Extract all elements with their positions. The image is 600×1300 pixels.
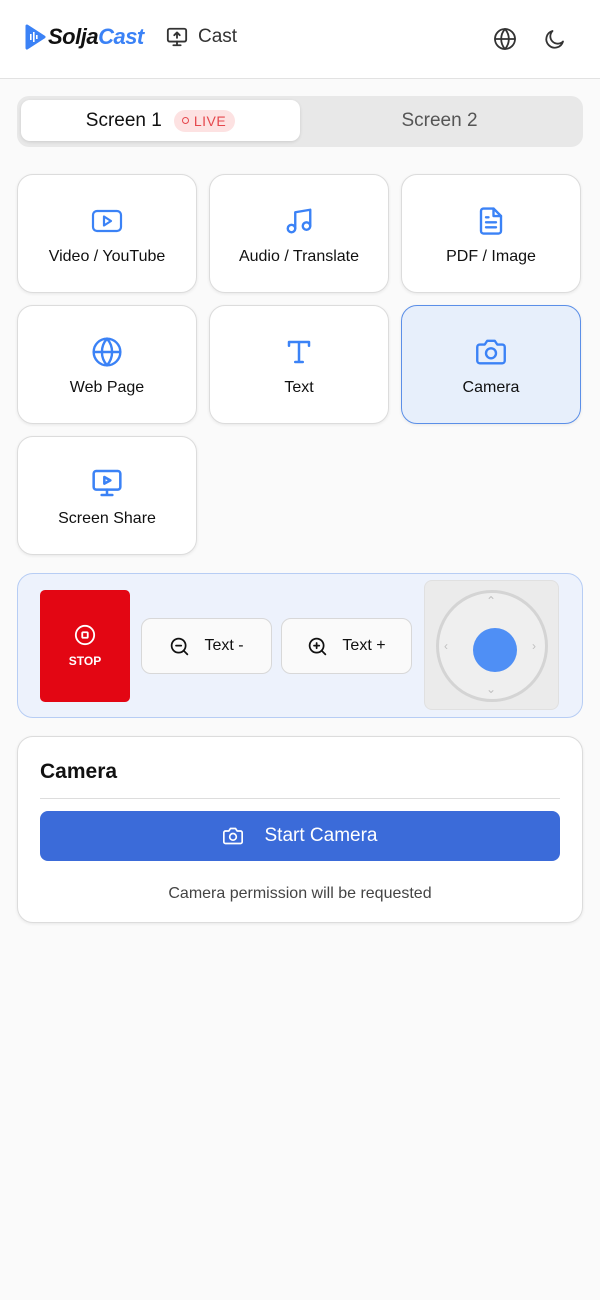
tab-screen-1[interactable]: Screen 1 LIVE (21, 100, 300, 141)
tab-label: Screen 2 (401, 109, 478, 131)
card-label: Audio / Translate (238, 248, 360, 265)
stop-label: STOP (68, 654, 102, 668)
card-label: Screen Share (58, 510, 156, 527)
card-label: Text (284, 379, 314, 396)
globe-icon (92, 337, 122, 367)
logo-text: SoljaCast (48, 24, 144, 49)
text-icon (287, 340, 311, 364)
language-globe-icon[interactable] (493, 27, 517, 51)
zoom-out-icon (171, 637, 189, 655)
source-camera[interactable]: Camera (401, 305, 581, 424)
cast-label: Cast (198, 26, 238, 47)
source-audio-translate[interactable]: Audio / Translate (209, 174, 389, 293)
text-larger-button[interactable]: Text + (281, 618, 412, 674)
card-label: Web Page (69, 379, 145, 396)
stop-button[interactable]: STOP (40, 590, 130, 702)
source-screen-share[interactable]: Screen Share (17, 436, 197, 555)
chevron-down-icon: ⌄ (486, 682, 497, 696)
source-video-youtube[interactable]: Video / YouTube (17, 174, 197, 293)
joystick-ring: ⌃ ⌄ ‹ › (436, 590, 548, 702)
app-header: SoljaCast Cast (0, 0, 600, 79)
joystick-knob[interactable] (473, 628, 517, 672)
camera-icon (476, 339, 506, 365)
text-minus-label: Text - (204, 637, 244, 654)
monitor-icon (92, 469, 122, 497)
text-plus-label: Text + (342, 637, 386, 654)
position-joystick[interactable]: ⌃ ⌄ ‹ › (424, 580, 559, 710)
cast-link[interactable]: Cast (166, 26, 237, 48)
logo[interactable]: SoljaCast (24, 24, 144, 50)
card-label: PDF / Image (446, 248, 536, 265)
camera-panel: Camera Start Camera Camera permission wi… (17, 736, 583, 923)
music-icon (286, 208, 312, 234)
video-icon (91, 209, 123, 233)
permission-note: Camera permission will be requested (168, 885, 432, 902)
dark-mode-moon-icon[interactable] (543, 27, 567, 51)
live-controls: STOP Text - Text + ⌃ ⌄ ‹ › (17, 573, 583, 718)
card-label: Camera (462, 379, 520, 396)
source-web-page[interactable]: Web Page (17, 305, 197, 424)
chevron-up-icon: ⌃ (486, 594, 497, 608)
live-dot-icon (181, 117, 189, 124)
tab-screen-2[interactable]: Screen 2 (300, 100, 579, 141)
card-label: Video / YouTube (48, 248, 166, 265)
screen-tabs: Screen 1 LIVE Screen 2 (17, 96, 583, 147)
start-camera-button[interactable]: Start Camera (40, 811, 560, 861)
text-smaller-button[interactable]: Text - (141, 618, 272, 674)
panel-title: Camera (40, 760, 118, 783)
zoom-in-icon (309, 637, 327, 655)
divider (40, 798, 560, 799)
source-pdf-image[interactable]: PDF / Image (401, 174, 581, 293)
tab-label: Screen 1 (85, 109, 162, 131)
camera-icon (222, 827, 243, 845)
screen-upload-icon (166, 27, 188, 47)
stop-icon (74, 624, 96, 646)
source-text[interactable]: Text (209, 305, 389, 424)
file-text-icon (479, 207, 503, 235)
chevron-right-icon: › (532, 639, 536, 653)
start-camera-label: Start Camera (264, 825, 378, 846)
chevron-left-icon: ‹ (444, 639, 448, 653)
live-badge: LIVE (173, 109, 236, 132)
logo-icon (25, 24, 46, 50)
